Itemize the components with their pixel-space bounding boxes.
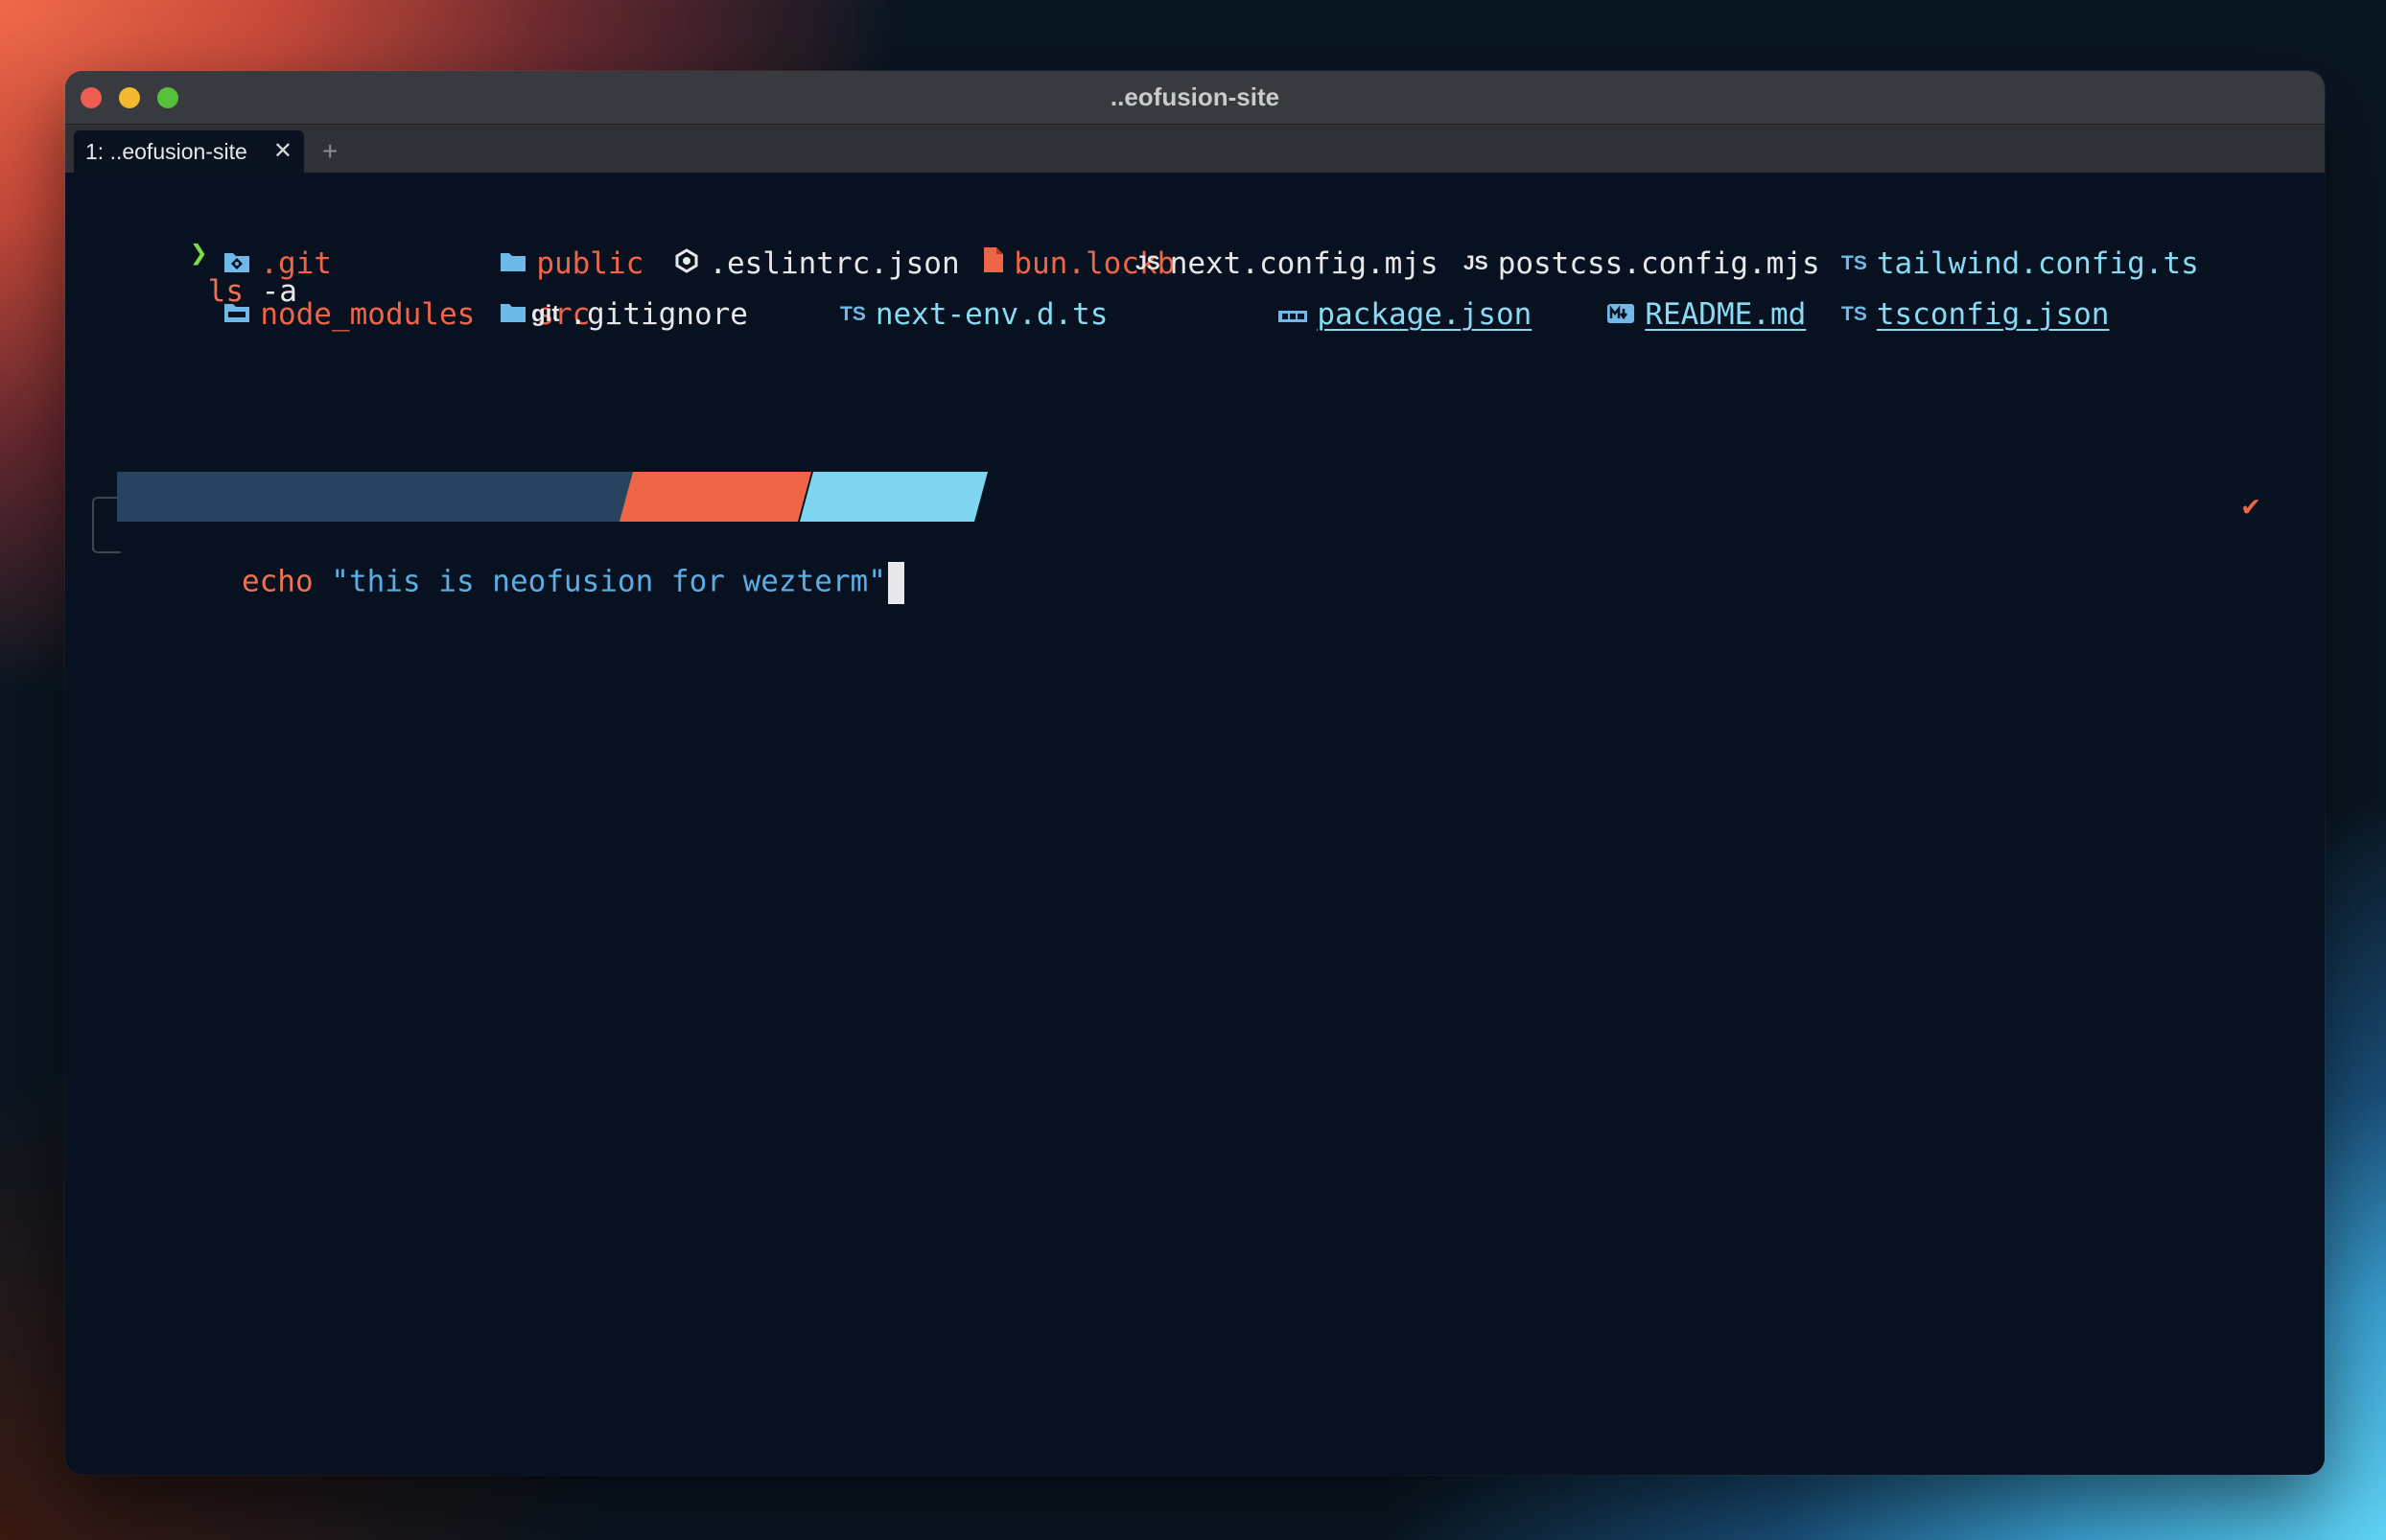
tab-bar: 1: ..eofusion-site ✕ + [65,125,2325,173]
list-item: TS tsconfig.json [1841,295,2109,334]
status-check-icon: ✔ [2241,489,2259,523]
file-name: tailwind.config.ts [1876,246,2199,281]
terminal-window: ..eofusion-site 1: ..eofusion-site ✕ + ❯… [65,71,2325,1475]
ts-icon: TS [840,303,866,325]
input-command: echo [241,564,314,599]
file-name: .gitignore [569,297,748,332]
prompt-git-segment: git main [620,472,811,522]
folder-icon [357,257,526,372]
package-version: 0.1.0 [980,529,1070,564]
list-item: git .gitignore [531,295,748,334]
markdown-icon [1463,257,1635,372]
input-line[interactable]: echo "this is neofusion for wezterm" [134,524,904,642]
package-icon [938,529,963,564]
list-item: README.md [1463,295,1806,334]
file-name: .git [260,246,332,281]
ts-icon: TS [1841,252,1867,274]
list-item: TS tailwind.config.ts [1841,245,2199,283]
ts-icon: TS [1841,303,1867,325]
prompt-frame-bottom [92,542,121,553]
file-name: next-env.d.ts [875,297,1109,332]
terminal-content[interactable]: ❯ ls -a .git public .eslintrc.json bun.l… [65,173,2325,1475]
list-item: bun.lockb [840,245,1175,283]
tab-label: 1: ..eofusion-site [85,139,247,164]
close-tab-icon[interactable]: ✕ [273,130,292,173]
tab-active[interactable]: 1: ..eofusion-site ✕ [74,130,304,173]
file-name: tsconfig.json [1876,297,2110,332]
prompt-path-segment: ~/Projects/neofusion-site [117,472,687,522]
title-bar: ..eofusion-site [65,71,2325,125]
text-cursor [887,562,904,604]
git-icon: git [531,301,560,327]
list-item: TS next-env.d.ts [840,295,1108,334]
new-tab-button[interactable]: + [322,130,338,173]
window-title: ..eofusion-site [1110,82,1280,111]
input-string: "this is neofusion for wezterm" [313,564,886,599]
prompt-version-segment: 0.1.0 [800,472,988,522]
npm-folder-icon [81,257,250,372]
npm-icon [1135,257,1308,372]
file-name: README.md [1645,297,1807,332]
